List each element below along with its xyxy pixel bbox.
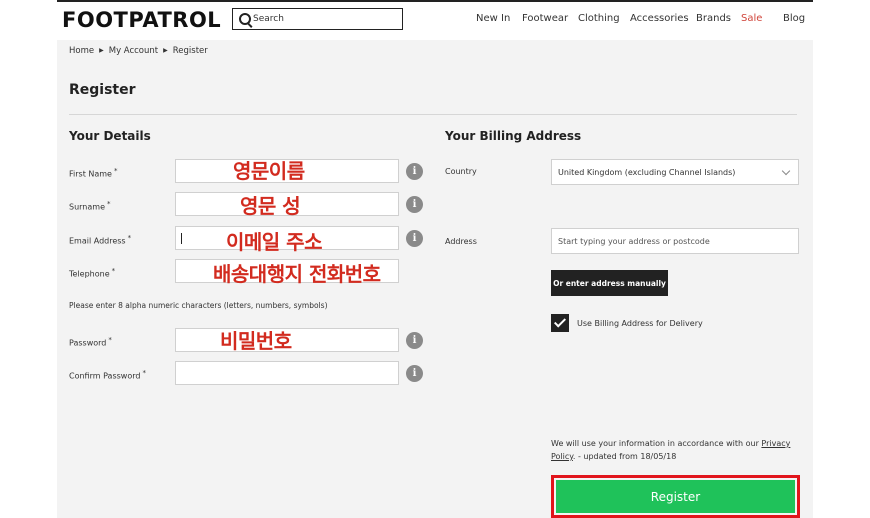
email-label-text: Email Address [69, 236, 126, 246]
billing-address-heading: Your Billing Address [445, 129, 582, 143]
nav-brands[interactable]: Brands [696, 13, 731, 24]
first-name-label-text: First Name [69, 169, 112, 179]
annotation-first-name: 영문이름 [233, 159, 305, 183]
info-icon[interactable]: i [406, 332, 423, 349]
title-divider [69, 114, 797, 115]
info-icon[interactable]: i [406, 196, 423, 213]
annotation-telephone: 배송대행지 전화번호 [213, 262, 381, 286]
use-billing-checkbox[interactable] [551, 314, 569, 332]
breadcrumb-arrow-icon: ▶ [163, 47, 168, 54]
your-details-heading: Your Details [69, 129, 151, 143]
privacy-text-after: . - updated from 18/05/18 [572, 452, 677, 461]
required-mark: * [106, 200, 111, 208]
breadcrumb: Home ▶ My Account ▶ Register [69, 46, 208, 56]
required-mark: * [127, 234, 132, 242]
breadcrumb-arrow-icon: ▶ [99, 47, 104, 54]
annotation-email: 이메일 주소 [226, 230, 322, 254]
confirm-password-label: Confirm Password * [69, 369, 146, 381]
annotation-password: 비밀번호 [220, 329, 292, 353]
nav-footwear[interactable]: Footwear [522, 13, 568, 24]
breadcrumb-my-account[interactable]: My Account [109, 46, 158, 56]
search-box[interactable] [232, 8, 403, 30]
nav-clothing[interactable]: Clothing [578, 13, 620, 24]
register-button[interactable]: Register [556, 480, 795, 513]
breadcrumb-register: Register [172, 46, 208, 56]
nav-accessories[interactable]: Accessories [630, 13, 689, 24]
password-label-text: Password [69, 338, 107, 348]
search-input[interactable] [253, 11, 393, 27]
use-billing-label: Use Billing Address for Delivery [577, 319, 703, 328]
confirm-password-label-text: Confirm Password [69, 371, 141, 381]
surname-label-text: Surname [69, 202, 105, 212]
required-mark: * [142, 369, 146, 377]
required-mark: * [113, 167, 118, 175]
country-select[interactable]: United Kingdom (excluding Channel Island… [551, 159, 799, 185]
telephone-label: Telephone * [69, 267, 115, 279]
search-icon [239, 13, 251, 25]
info-icon[interactable]: i [406, 230, 423, 247]
email-label: Email Address * [69, 234, 131, 246]
text-cursor [181, 233, 182, 244]
required-mark: * [108, 336, 112, 344]
first-name-label: First Name * [69, 167, 117, 179]
telephone-label-text: Telephone [69, 269, 110, 279]
annotation-surname: 영문 성 [240, 194, 301, 218]
chevron-down-icon [781, 166, 791, 176]
country-label: Country [445, 167, 477, 176]
password-hint: Please enter 8 alpha numeric characters … [69, 301, 328, 310]
address-input[interactable] [551, 228, 799, 254]
password-label: Password * [69, 336, 112, 348]
nav-sale[interactable]: Sale [741, 13, 762, 24]
country-value: United Kingdom (excluding Channel Island… [558, 168, 736, 177]
privacy-text-before: We will use your information in accordan… [551, 439, 762, 448]
required-mark: * [111, 267, 116, 275]
info-icon[interactable]: i [406, 365, 423, 382]
breadcrumb-home[interactable]: Home [69, 46, 94, 56]
nav-blog[interactable]: Blog [783, 13, 805, 24]
privacy-notice: We will use your information in accordan… [551, 437, 801, 463]
nav-new-in[interactable]: New In [476, 13, 510, 24]
page-title: Register [69, 82, 136, 98]
confirm-password-field[interactable] [175, 361, 399, 385]
enter-address-manually-button[interactable]: Or enter address manually [551, 270, 668, 296]
footpatrol-logo[interactable]: FOOTPATROL [62, 8, 221, 32]
address-label: Address [445, 237, 477, 246]
info-icon[interactable]: i [406, 163, 423, 180]
surname-label: Surname * [69, 200, 110, 212]
register-highlight-box: Register [551, 475, 800, 518]
